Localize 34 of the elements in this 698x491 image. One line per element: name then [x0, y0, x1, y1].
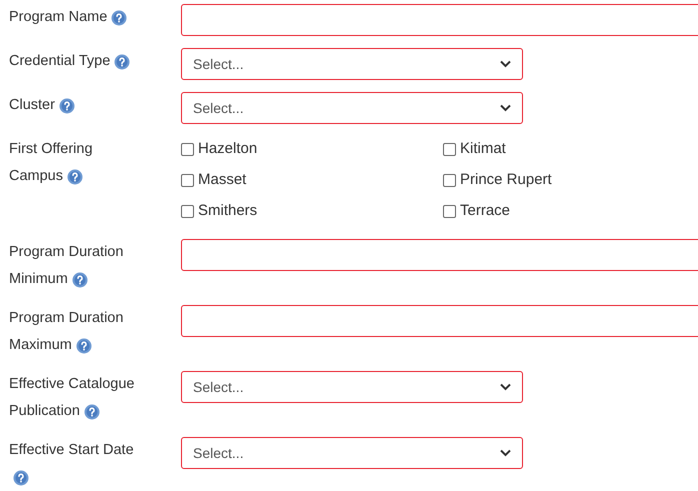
- chevron-down-icon: [500, 60, 511, 68]
- field-label: Program Duration: [9, 243, 124, 262]
- chevron-down-icon: [500, 449, 511, 457]
- help-icon: [111, 10, 128, 26]
- help-icon: [76, 338, 92, 354]
- help-icon: [67, 168, 83, 184]
- field-label: Minimum: [9, 270, 68, 289]
- field-label: First Offering: [9, 140, 93, 159]
- chevron-down-icon: [500, 383, 511, 391]
- select-dropdown[interactable]: Select...: [181, 437, 523, 469]
- campus-checkbox[interactable]: Terrace: [443, 196, 643, 227]
- help-icon: [84, 404, 100, 420]
- field-label: Credential Type: [9, 52, 110, 71]
- field-label: Campus: [9, 167, 63, 186]
- select-dropdown[interactable]: Select...: [181, 92, 523, 124]
- select-dropdown[interactable]: Select...: [181, 48, 523, 80]
- field-label: Cluster: [9, 96, 55, 115]
- help-icon: [72, 272, 88, 288]
- field-label: Publication: [9, 402, 80, 421]
- campus-checkbox[interactable]: Prince Rupert: [443, 165, 643, 196]
- help-icon: [58, 98, 75, 114]
- help-icon: [13, 470, 29, 486]
- select-dropdown[interactable]: Select...: [181, 371, 523, 403]
- help-icon: [114, 54, 130, 70]
- field-label: Maximum: [9, 336, 72, 355]
- campus-checkbox[interactable]: Smithers: [181, 196, 443, 227]
- campus-checkbox[interactable]: Kitimat: [443, 134, 643, 165]
- campus-checkbox[interactable]: Hazelton: [181, 134, 443, 165]
- chevron-down-icon: [500, 104, 511, 112]
- field-label: Effective Start Date: [9, 441, 134, 460]
- field-label: Program Duration: [9, 309, 124, 328]
- field-label: Effective Catalogue: [9, 375, 134, 394]
- campus-checkbox[interactable]: Masset: [181, 165, 443, 196]
- field-label: Program Name: [9, 8, 108, 27]
